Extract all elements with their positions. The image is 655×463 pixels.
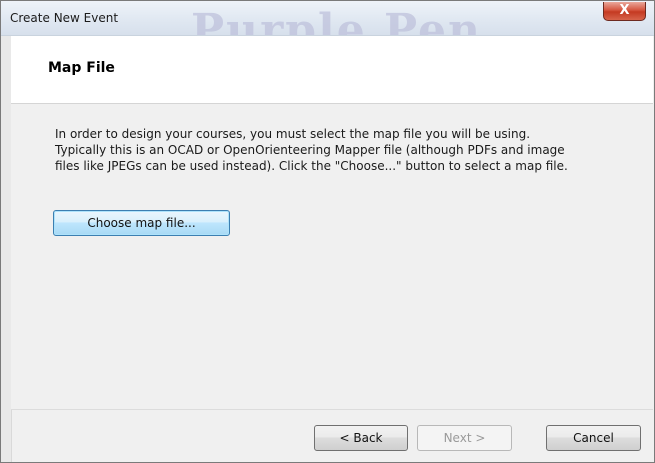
next-button[interactable]: Next >: [417, 425, 512, 451]
choose-map-file-button[interactable]: Choose map file...: [53, 210, 230, 236]
window-title: Create New Event: [10, 11, 119, 25]
wizard-content: In order to design your courses, you mus…: [11, 104, 653, 409]
instructions-line-1: In order to design your courses, you mus…: [55, 127, 531, 141]
page-title: Map File: [48, 60, 115, 76]
close-icon: X: [619, 3, 630, 18]
background-app-title: Purple Pen: [191, 5, 482, 36]
back-button[interactable]: < Back: [314, 425, 408, 451]
wizard-header: Map File: [11, 36, 653, 104]
instructions-text: In order to design your courses, you mus…: [55, 126, 630, 174]
cancel-button[interactable]: Cancel: [546, 425, 641, 451]
instructions-line-3: files like JPEGs can be used instead). C…: [55, 159, 568, 173]
close-button[interactable]: X: [603, 2, 646, 21]
title-bar[interactable]: Purple Pen Create New Event X: [1, 1, 654, 36]
instructions-line-2: Typically this is an OCAD or OpenOriente…: [55, 143, 565, 157]
footer-divider: [11, 409, 653, 410]
create-new-event-dialog: Purple Pen Create New Event X Map File I…: [0, 0, 655, 463]
